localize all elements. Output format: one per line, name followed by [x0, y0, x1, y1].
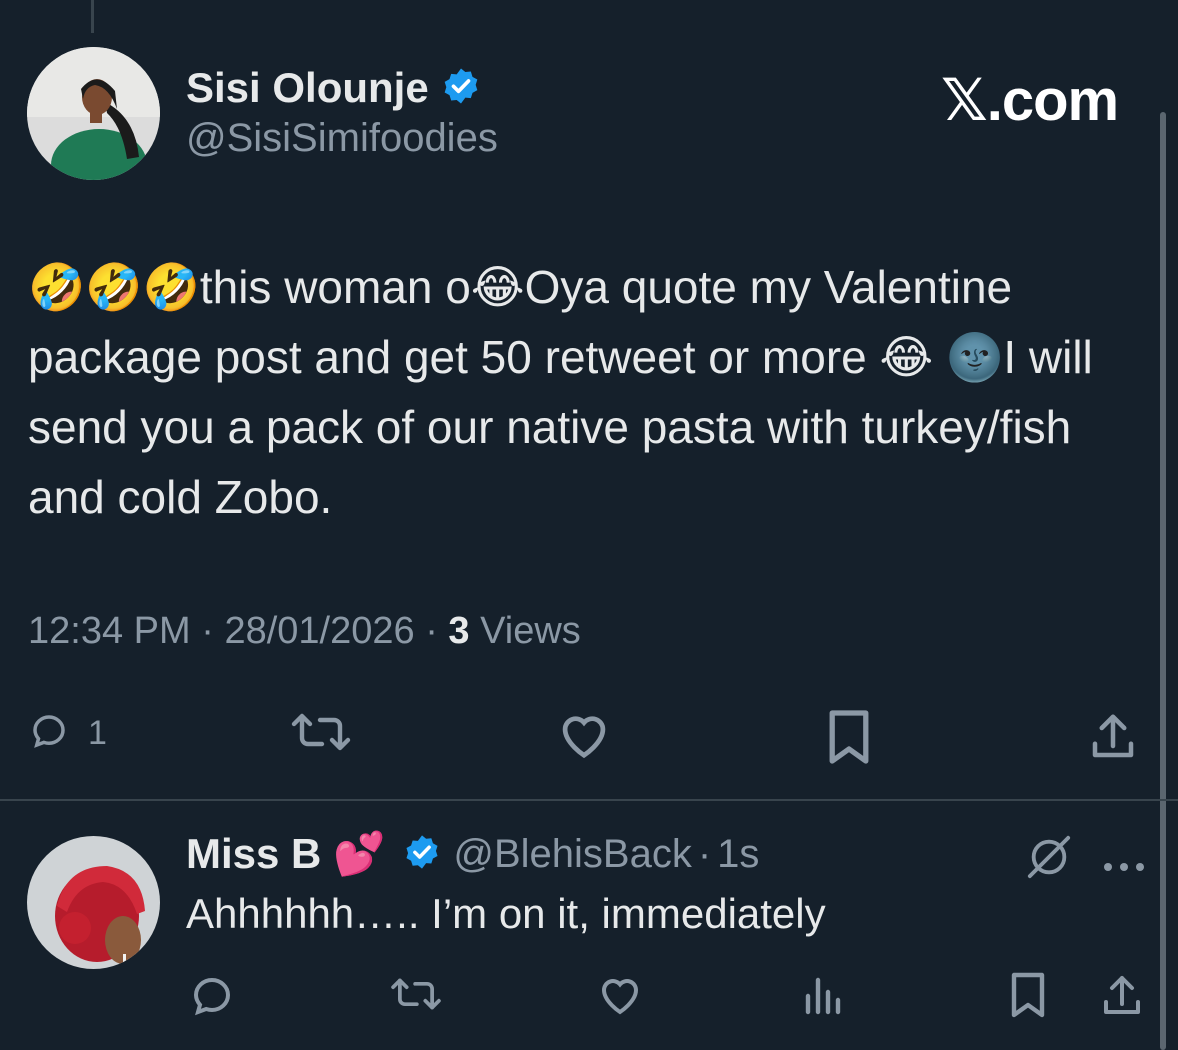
analytics-icon [802, 972, 842, 1021]
reply-reply-button[interactable] [188, 972, 236, 1025]
reply-icon [188, 972, 236, 1025]
tweet-text: 🤣🤣🤣this woman o😂Oya quote my Valentine p… [28, 261, 1093, 523]
reply-bookmark-button[interactable] [1008, 970, 1048, 1025]
tweet-author-name-row: Sisi Olounje [186, 64, 481, 112]
tweet-date[interactable]: 28/01/2026 [224, 610, 414, 652]
verified-badge-icon [441, 66, 481, 111]
reply-button[interactable]: 1 [28, 710, 107, 757]
retweet-icon [288, 708, 354, 761]
grok-button[interactable] [1024, 834, 1074, 885]
heart-icon [555, 708, 613, 765]
retweet-button[interactable] [288, 708, 354, 761]
author-handle[interactable]: @SisiSimifoodies [186, 116, 498, 161]
heart-icon [596, 972, 644, 1021]
share-button[interactable] [1086, 710, 1140, 769]
reply-age: 1s [717, 832, 760, 876]
reply-author-display-name[interactable]: Miss B 💕 [186, 830, 385, 879]
bookmark-button[interactable] [825, 708, 873, 771]
bookmark-icon [825, 708, 873, 771]
share-icon [1098, 972, 1146, 1025]
grok-icon [1024, 834, 1074, 885]
more-dots-icon[interactable] [1102, 838, 1146, 883]
retweet-icon [388, 972, 444, 1021]
reply-author-handle[interactable]: @BlehisBack [453, 832, 691, 877]
verified-badge-icon [403, 833, 441, 876]
reply-retweet-button[interactable] [388, 972, 444, 1021]
thread-connector-line [91, 0, 94, 33]
x-com-logo: 𝕏.com [941, 68, 1119, 133]
reply-icon [28, 710, 70, 757]
reply-count: 1 [88, 714, 107, 752]
like-button[interactable] [555, 708, 613, 765]
reply-text: Ahhhhhh….. I’m on it, immediately [186, 890, 826, 937]
views-label: Views [480, 610, 581, 652]
meta-separator: · [201, 610, 214, 652]
author-display-name[interactable]: Sisi Olounje [186, 64, 429, 112]
tweet-meta: 12:34 PM · 28/01/2026 · 3 Views [28, 610, 581, 653]
author-handle-row: @SisiSimifoodies [186, 116, 498, 161]
tweet-time[interactable]: 12:34 PM [28, 610, 191, 652]
divider [0, 799, 1178, 801]
bookmark-icon [1008, 970, 1048, 1025]
reply-like-button[interactable] [596, 972, 644, 1021]
reply-share-button[interactable] [1098, 972, 1146, 1025]
scrollbar[interactable] [1160, 112, 1166, 1050]
reply-author-name-row: Miss B 💕 @BlehisBack · 1s [186, 830, 759, 879]
meta-separator: · [425, 610, 438, 652]
views-count: 3 [448, 610, 470, 652]
meta-separator: · [697, 832, 712, 876]
reply-views-button[interactable] [802, 972, 842, 1021]
avatar[interactable] [27, 47, 160, 180]
avatar[interactable] [27, 836, 160, 969]
share-icon [1086, 710, 1140, 769]
